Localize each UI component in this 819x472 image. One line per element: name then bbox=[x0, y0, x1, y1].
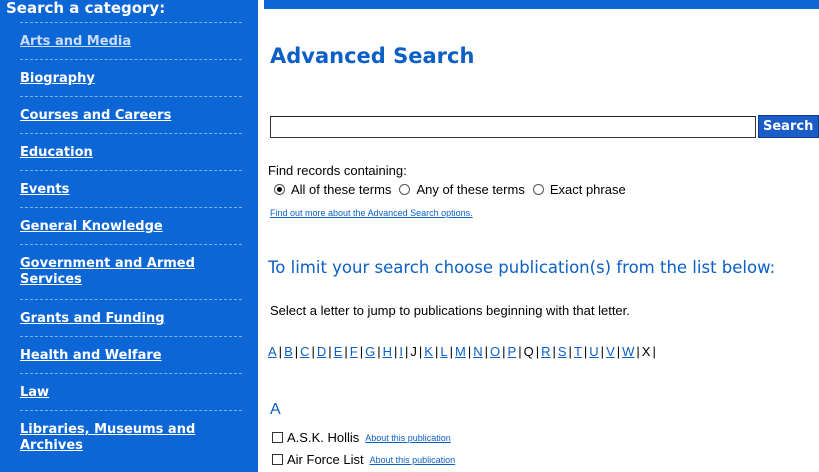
alphabet-separator: | bbox=[552, 344, 556, 359]
sidebar-item-law[interactable]: Law bbox=[20, 385, 242, 401]
sidebar-divider bbox=[20, 299, 242, 300]
alphabet-separator: | bbox=[518, 344, 522, 359]
alphabet-separator: | bbox=[344, 344, 348, 359]
publication-checkbox[interactable] bbox=[272, 432, 283, 443]
sidebar-heading: Search a category: bbox=[6, 0, 166, 17]
search-input[interactable] bbox=[270, 116, 756, 138]
alphabet-letter-s[interactable]: S bbox=[558, 344, 567, 359]
alphabet-letter-c[interactable]: C bbox=[300, 344, 309, 359]
alphabet-letter-l[interactable]: L bbox=[440, 344, 447, 359]
alphabet-separator: | bbox=[652, 344, 656, 359]
sidebar-item-libraries-museums-and-archives[interactable]: Libraries, Museums and Archives bbox=[20, 422, 220, 454]
sidebar-divider bbox=[20, 22, 242, 23]
sidebar-divider bbox=[20, 170, 242, 171]
alphabet-separator: | bbox=[377, 344, 381, 359]
limit-publications-heading: To limit your search choose publication(… bbox=[268, 258, 776, 277]
alphabet-letter-k[interactable]: K bbox=[424, 344, 433, 359]
sidebar-divider bbox=[20, 336, 242, 337]
sidebar-divider bbox=[20, 410, 242, 411]
alphabet-separator: | bbox=[484, 344, 488, 359]
sidebar-divider bbox=[20, 96, 242, 97]
alphabet-letter-t[interactable]: T bbox=[574, 344, 582, 359]
radio-exact-phrase[interactable] bbox=[532, 184, 544, 195]
about-publication-link[interactable]: About this publication bbox=[365, 433, 451, 443]
alphabet-letter-w[interactable]: W bbox=[622, 344, 634, 359]
sidebar-item-arts-and-media[interactable]: Arts and Media bbox=[20, 34, 242, 50]
alphabet-separator: | bbox=[636, 344, 640, 359]
layout-gap bbox=[258, 0, 264, 472]
alphabet-separator: | bbox=[568, 344, 572, 359]
sidebar-divider bbox=[20, 207, 242, 208]
category-sidebar: Search a category: Arts and Media Biogra… bbox=[0, 0, 258, 472]
sidebar-item-grants-and-funding[interactable]: Grants and Funding bbox=[20, 311, 242, 327]
radio-all-terms[interactable] bbox=[274, 184, 285, 195]
alphabet-letter-n[interactable]: N bbox=[473, 344, 482, 359]
sidebar-item-government-and-armed-services[interactable]: Government and Armed Services bbox=[20, 256, 220, 288]
alphabet-separator: | bbox=[502, 344, 506, 359]
sidebar-item-biography[interactable]: Biography bbox=[20, 71, 242, 87]
alphabet-letter-u[interactable]: U bbox=[589, 344, 598, 359]
sidebar-item-education[interactable]: Education bbox=[20, 145, 242, 161]
radio-any-terms[interactable] bbox=[399, 184, 411, 195]
alphabet-letter-m[interactable]: M bbox=[455, 344, 466, 359]
alphabet-letter-v[interactable]: V bbox=[606, 344, 615, 359]
alphabet-separator: | bbox=[535, 344, 540, 359]
alphabet-letter-d[interactable]: D bbox=[317, 344, 326, 359]
search-button[interactable]: Search bbox=[758, 115, 819, 138]
alphabet-letter-a[interactable]: A bbox=[268, 344, 277, 359]
sidebar-divider bbox=[20, 244, 242, 245]
publication-row: Air Force List About this publication bbox=[272, 452, 455, 467]
alphabet-separator: | bbox=[359, 344, 364, 359]
alphabet-letter-h[interactable]: H bbox=[383, 344, 392, 359]
sidebar-divider bbox=[20, 373, 242, 374]
alphabet-letter-f[interactable]: F bbox=[350, 344, 358, 359]
search-mode-options: All of these terms Any of these terms Ex… bbox=[272, 182, 632, 197]
publication-checkbox[interactable] bbox=[272, 454, 283, 465]
publication-name: A.S.K. Hollis bbox=[287, 430, 360, 445]
sidebar-divider bbox=[20, 133, 242, 134]
letter-jump-hint: Select a letter to jump to publications … bbox=[270, 303, 630, 318]
find-records-label: Find records containing: bbox=[268, 163, 407, 178]
radio-any-terms-label: Any of these terms bbox=[416, 182, 525, 197]
alphabet-letter-j: J bbox=[410, 344, 417, 359]
sidebar-item-courses-and-careers[interactable]: Courses and Careers bbox=[20, 108, 242, 124]
main-content: Advanced Search Search Find records cont… bbox=[268, 0, 819, 472]
sidebar-item-events[interactable]: Events bbox=[20, 182, 242, 198]
sidebar-item-health-and-welfare[interactable]: Health and Welfare bbox=[20, 348, 242, 364]
alphabet-letter-g[interactable]: G bbox=[365, 344, 375, 359]
radio-all-terms-label: All of these terms bbox=[291, 182, 392, 197]
alphabet-index: A | B | C | D | E | F | G | H | I | J | K | L | M | N | O | P | Q | R | S | T |… bbox=[268, 344, 658, 359]
sidebar-item-general-knowledge[interactable]: General Knowledge bbox=[20, 219, 242, 235]
alphabet-separator: | bbox=[449, 344, 453, 359]
alphabet-letter-b[interactable]: B bbox=[284, 344, 293, 359]
publication-group-letter: A bbox=[270, 401, 281, 418]
alphabet-letter-p[interactable]: P bbox=[508, 344, 517, 359]
sidebar-divider bbox=[20, 59, 242, 60]
advanced-search-help-link[interactable]: Find out more about the Advanced Search … bbox=[270, 208, 473, 218]
alphabet-separator: | bbox=[311, 344, 315, 359]
page-title: Advanced Search bbox=[270, 44, 475, 68]
alphabet-separator: | bbox=[328, 344, 332, 359]
radio-exact-phrase-label: Exact phrase bbox=[549, 182, 626, 197]
alphabet-separator: | bbox=[600, 344, 605, 359]
publication-row: A.S.K. Hollis About this publication bbox=[272, 430, 451, 445]
publication-name: Air Force List bbox=[287, 452, 364, 467]
alphabet-letter-o[interactable]: O bbox=[490, 344, 500, 359]
alphabet-separator: | bbox=[278, 344, 283, 359]
alphabet-letter-q: Q bbox=[523, 344, 534, 359]
about-publication-link[interactable]: About this publication bbox=[370, 455, 456, 465]
